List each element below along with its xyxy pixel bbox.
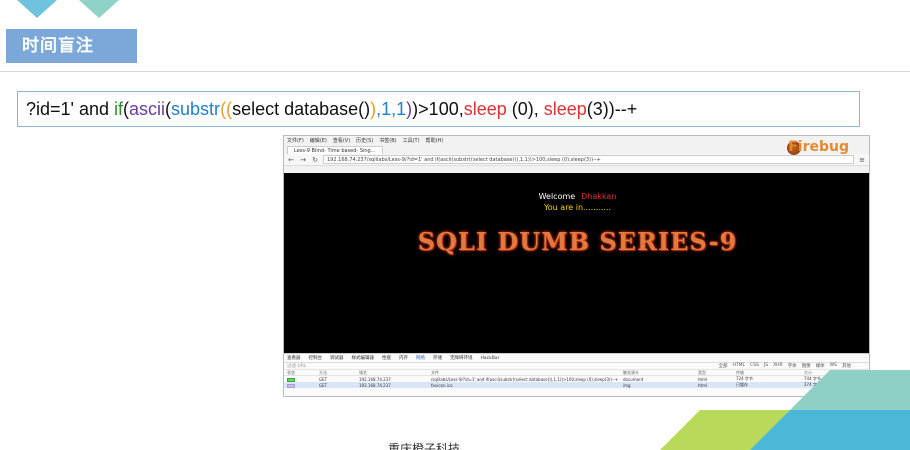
code-paren: (( [220, 99, 233, 119]
code-if: if [114, 99, 124, 119]
url-bar[interactable]: 192.168.74.237/sqlilabs/Less-9/?id=1' an… [323, 155, 854, 164]
sqli-banner: SQLI DUMB SERIES-9 [417, 227, 738, 256]
tab-console[interactable]: 控制台 [309, 355, 323, 361]
code-part: (0), [506, 99, 544, 119]
status-badge: 200 [287, 383, 295, 388]
decor-corner-stripes [580, 330, 910, 450]
decor-triangle-left [17, 0, 57, 18]
user-name: Dhakkan [581, 192, 617, 201]
code-select: select database() [232, 99, 371, 119]
menu-item[interactable]: 书签(B) [379, 137, 396, 144]
code-args: ,1,1 [376, 99, 407, 119]
code-part: ?id=1' and [26, 99, 115, 119]
menu-item[interactable]: 编辑(E) [310, 137, 327, 144]
nav-bar: ← → ↻ 192.168.74.237/sqlilabs/Less-9/?id… [284, 154, 869, 166]
reload-icon[interactable]: ↻ [311, 156, 319, 164]
tab-inspector[interactable]: 查看器 [287, 355, 301, 361]
menu-item[interactable]: 工具(T) [403, 137, 420, 144]
firebug-logo: Firebug [788, 139, 849, 155]
code-sleep: sleep [543, 99, 587, 119]
menu-item[interactable]: 历史(S) [356, 137, 373, 144]
payload-code: ?id=1' and if(ascii(substr((select datab… [17, 91, 860, 127]
col-status[interactable]: 状态 [284, 370, 319, 376]
footer-brand: 重庆橙子科技 [388, 442, 461, 450]
tab-network[interactable]: 网络 [416, 355, 425, 361]
method-cell: GET [319, 376, 328, 382]
title-divider [0, 71, 910, 72]
code-part: )>100, [412, 99, 464, 119]
tab-memory[interactable]: 内存 [399, 355, 408, 361]
domain-cell: 192.168.74.237 [359, 382, 391, 388]
method-cell: GET [319, 382, 328, 388]
tab-bar: Less-9 Blind- Time based- Sing... [284, 145, 869, 154]
menu-item[interactable]: 帮助(H) [426, 137, 444, 144]
back-icon[interactable]: ← [287, 156, 295, 164]
decor-stripe [790, 370, 910, 410]
tab-accessibility[interactable]: 无障碍环境 [450, 355, 473, 361]
tab-debugger[interactable]: 调试器 [330, 355, 344, 361]
tab-performance[interactable]: 性能 [382, 355, 391, 361]
tab-storage[interactable]: 存储 [433, 355, 442, 361]
browser-tab[interactable]: Less-9 Blind- Time based- Sing... [287, 146, 383, 154]
code-ascii: ascii [129, 99, 166, 119]
status-cell: 200 [284, 383, 319, 388]
code-substr: substr [171, 99, 221, 119]
col-domain[interactable]: 域名 [359, 370, 431, 376]
page-content: Welcome Dhakkan You are in........... SQL… [284, 173, 869, 353]
code-sleep: sleep [463, 99, 507, 119]
welcome-text: Welcome [538, 192, 576, 201]
code-part: (3))--+ [586, 99, 638, 119]
slide-title: 时间盲注 [6, 29, 137, 63]
you-are-in-text: You are in........... [543, 203, 612, 212]
menu-item[interactable]: 查看(V) [333, 137, 350, 144]
status-badge: 200 [287, 377, 295, 382]
menu-item[interactable]: 文件(F) [287, 137, 304, 144]
welcome-line: Welcome Dhakkan [284, 192, 869, 201]
menu-icon[interactable]: ≡ [858, 156, 866, 164]
decor-triangle-right [79, 0, 119, 18]
forward-icon[interactable]: → [299, 156, 307, 164]
tab-hackbar[interactable]: HackBar [481, 356, 500, 361]
tab-style-editor[interactable]: 样式编辑器 [352, 355, 375, 361]
domain-cell: 192.168.74.237 [359, 376, 391, 382]
col-method[interactable]: 方法 [319, 370, 359, 376]
filter-url-input[interactable]: 过滤 URL [287, 363, 306, 369]
menu-bar: 文件(F) 编辑(E) 查看(V) 历史(S) 书签(B) 工具(T) 帮助(H… [284, 136, 869, 145]
status-cell: 200 [284, 377, 319, 382]
